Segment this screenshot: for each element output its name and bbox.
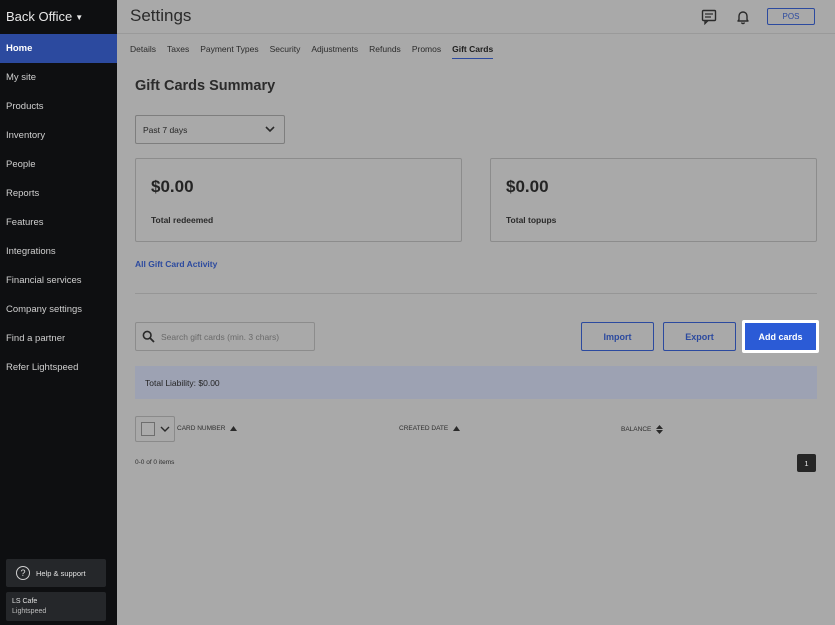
total-topups-value: $0.00 [506,177,549,196]
header-divider [117,33,835,34]
account-switcher[interactable]: LS Cafe Lightspeed [6,592,106,621]
table-header: CARD NUMBER CREATED DATE BALANCE [135,416,817,442]
sidebar-item-home[interactable]: Home [0,34,117,63]
chevron-down-icon [265,126,275,133]
tab-taxes[interactable]: Taxes [167,44,189,59]
help-support-button[interactable]: ? Help & support [6,559,106,587]
chat-icon[interactable] [701,9,717,25]
tab-gift-cards[interactable]: Gift Cards [452,44,494,59]
tab-details[interactable]: Details [130,44,156,59]
select-all-dropdown[interactable] [135,416,175,442]
sidebar-item-inventory[interactable]: Inventory [0,121,117,150]
total-redeemed-card: $0.00 Total redeemed [135,158,462,242]
sort-ascending-icon [230,426,238,431]
add-cards-button[interactable]: Add cards [742,320,819,353]
pagination-page-1[interactable]: 1 [797,454,816,472]
tab-adjustments[interactable]: Adjustments [311,44,358,59]
sort-icon [656,425,664,434]
sidebar-item-my-site[interactable]: My site [0,63,117,92]
sidebar-item-company-settings[interactable]: Company settings [0,295,117,324]
sidebar-item-financial-services[interactable]: Financial services [0,266,117,295]
sidebar-item-integrations[interactable]: Integrations [0,237,117,266]
tab-refunds[interactable]: Refunds [369,44,401,59]
column-card-number-label: CARD NUMBER [177,425,226,432]
column-created-date-label: CREATED DATE [399,425,449,432]
sidebar-item-products[interactable]: Products [0,92,117,121]
account-name: LS Cafe [12,598,38,605]
column-created-date[interactable]: CREATED DATE [399,425,461,432]
sidebar: Back Office ▼ Home My site Products Inve… [0,0,117,625]
sidebar-item-refer-lightspeed[interactable]: Refer Lightspeed [0,353,117,382]
brand-label: Back Office [6,9,73,24]
help-label: Help & support [36,568,86,578]
sidebar-item-reports[interactable]: Reports [0,179,117,208]
date-range-select[interactable]: Past 7 days [135,115,285,144]
pos-button[interactable]: POS [767,8,815,25]
settings-tabs: Details Taxes Payment Types Security Adj… [130,44,494,59]
search-placeholder: Search gift cards (min. 3 chars) [161,331,280,342]
tab-security[interactable]: Security [270,44,301,59]
column-card-number[interactable]: CARD NUMBER [177,425,238,432]
import-button[interactable]: Import [581,322,654,351]
sidebar-item-find-a-partner[interactable]: Find a partner [0,324,117,353]
chevron-down-icon [160,426,170,432]
account-sub: Lightspeed [12,608,47,615]
sort-ascending-icon [453,426,461,431]
tab-promos[interactable]: Promos [412,44,441,59]
total-redeemed-value: $0.00 [151,177,194,196]
select-all-checkbox[interactable] [141,422,155,436]
total-topups-card: $0.00 Total topups [490,158,817,242]
chevron-down-icon: ▼ [75,13,84,22]
bell-icon[interactable] [735,9,751,25]
main-content: Settings POS Details Taxes Payment Types… [117,0,835,625]
search-icon [142,330,155,343]
gift-card-activity-link[interactable]: All Gift Card Activity [135,259,217,269]
tab-payment-types[interactable]: Payment Types [200,44,258,59]
page-title: Settings [130,6,192,25]
total-topups-label: Total topups [506,215,557,225]
items-count: 0-0 of 0 items [135,459,175,466]
search-input[interactable]: Search gift cards (min. 3 chars) [135,322,315,351]
sidebar-nav: Home My site Products Inventory People R… [0,34,117,382]
brand-menu[interactable]: Back Office ▼ [6,9,83,24]
section-divider [135,293,817,294]
sidebar-item-people[interactable]: People [0,150,117,179]
export-button[interactable]: Export [663,322,736,351]
total-liability-banner: Total Liability: $0.00 [135,366,817,399]
date-range-value: Past 7 days [143,124,188,135]
sidebar-item-features[interactable]: Features [0,208,117,237]
total-redeemed-label: Total redeemed [151,215,214,225]
help-icon: ? [16,566,30,580]
column-balance[interactable]: BALANCE [621,425,664,434]
column-balance-label: BALANCE [621,426,652,433]
section-title: Gift Cards Summary [135,78,276,94]
